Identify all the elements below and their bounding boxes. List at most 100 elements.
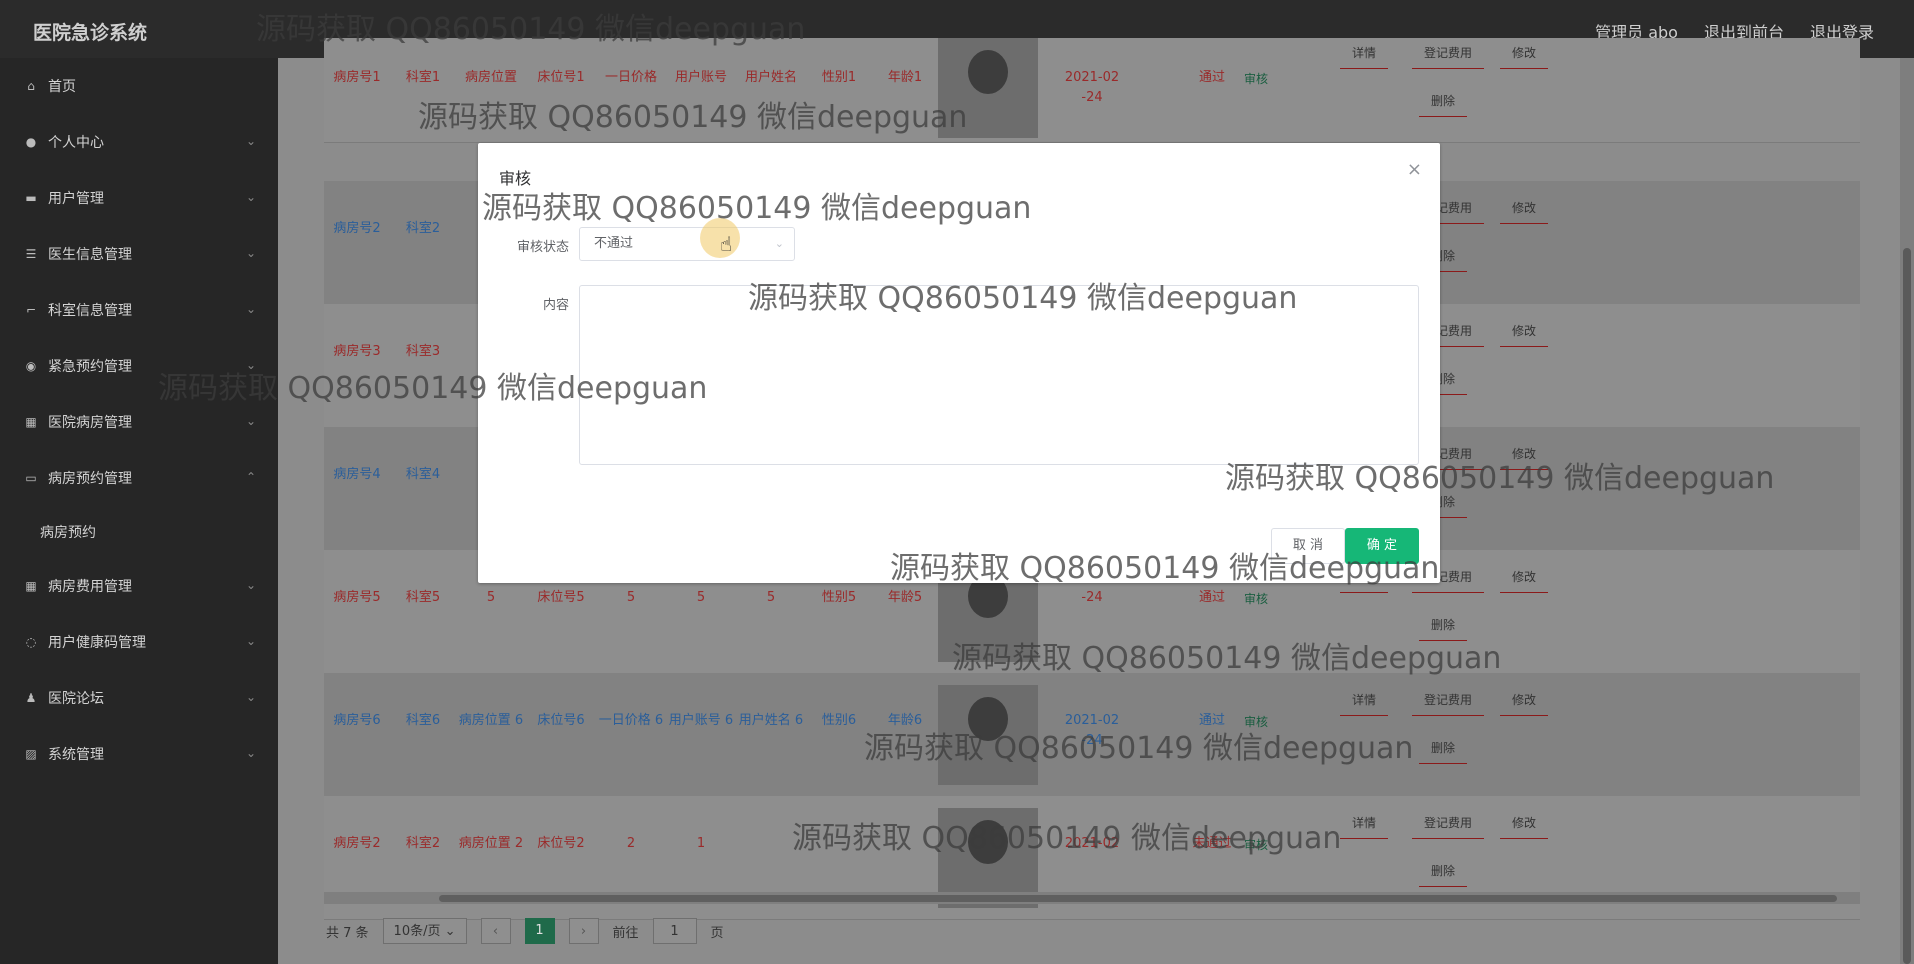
table-cell-gender: 性别1 xyxy=(821,70,857,85)
table-cell-room: 病房号2 xyxy=(333,221,381,236)
edit-button[interactable]: 修改 xyxy=(1500,316,1549,347)
goto-page-input[interactable]: 1 xyxy=(652,918,697,944)
table-row: 病房号6 科室6 病房位置 6 床位号6 一日价格 6 用户账号 6 用户姓名 6 性别6 年龄… xyxy=(324,673,1860,797)
sidebar-item-health-code[interactable]: ◌ 用户健康码管理 ⌄ xyxy=(0,614,278,670)
delete-button[interactable]: 删除 xyxy=(1419,86,1468,117)
sidebar-item-users[interactable]: ▬ 用户管理 ⌄ xyxy=(0,170,278,226)
table-cell-status: 通过 xyxy=(1198,713,1225,728)
sidebar-item-label: 紧急预约管理 xyxy=(48,359,132,375)
table-cell-room: 病房号2 xyxy=(333,836,381,851)
sidebar-item-wards[interactable]: ▦ 医院病房管理 ⌄ xyxy=(0,394,278,450)
content-textarea[interactable] xyxy=(579,285,1419,465)
audit-link[interactable]: 审核 xyxy=(1244,836,1268,853)
edit-button[interactable]: 修改 xyxy=(1500,193,1549,224)
audit-link[interactable]: 审核 xyxy=(1244,713,1268,730)
sidebar-item-doctors[interactable]: ☰ 医生信息管理 ⌄ xyxy=(0,226,278,282)
prev-page-button[interactable]: ‹ xyxy=(480,918,511,944)
edit-button[interactable]: 修改 xyxy=(1500,439,1549,470)
chevron-down-icon: ⌄ xyxy=(245,746,256,760)
scrollbar-thumb[interactable] xyxy=(439,895,1837,902)
pager-total: 共 7 条 xyxy=(326,925,369,941)
delete-button[interactable]: 删除 xyxy=(1419,856,1468,887)
scrollbar-thumb[interactable] xyxy=(1903,248,1911,964)
sidebar-item-forum[interactable]: ♟ 医院论坛 ⌄ xyxy=(0,670,278,726)
user-photo xyxy=(938,38,1038,138)
horizontal-scrollbar[interactable] xyxy=(324,892,1860,904)
delete-button[interactable]: 删除 xyxy=(1419,733,1468,764)
table-cell-acct: 1 xyxy=(696,836,706,851)
vertical-scrollbar[interactable] xyxy=(1900,58,1914,964)
sidebar-item-system[interactable]: ▨ 系统管理 ⌄ xyxy=(0,726,278,782)
sidebar-item-ward-fees[interactable]: ▦ 病房费用管理 ⌄ xyxy=(0,558,278,614)
audit-link[interactable]: 审核 xyxy=(1244,590,1268,607)
sidebar-item-home[interactable]: ⌂ 首页 xyxy=(0,58,278,114)
next-page-button[interactable]: › xyxy=(568,918,599,944)
status-select[interactable]: 不通过 ⌄ xyxy=(579,227,795,261)
table-row: 病房号1 科室1 病房位置 床位号1 一日价格 用户账号 用户姓名 性别1 年龄1 2021-02… xyxy=(324,38,1860,143)
page-suffix: 页 xyxy=(710,925,724,941)
cancel-button[interactable]: 取 消 xyxy=(1271,528,1345,564)
table-cell-acct: 用户账号 xyxy=(674,70,727,85)
edit-button[interactable]: 修改 xyxy=(1500,562,1549,593)
table-cell-bed: 床位号2 xyxy=(537,836,585,851)
status-select-value: 不通过 xyxy=(594,236,634,251)
sidebar-item-label: 病房预约管理 xyxy=(48,471,132,487)
table-cell-acct: 5 xyxy=(696,590,706,605)
current-page[interactable]: 1 xyxy=(524,918,555,944)
date-line-2: -24 xyxy=(1081,733,1103,748)
confirm-button[interactable]: 确 定 xyxy=(1345,528,1419,564)
sidebar-item-departments[interactable]: ⌐ 科室信息管理 ⌄ xyxy=(0,282,278,338)
table-cell-dept: 科室1 xyxy=(405,70,441,85)
table-cell-room: 病房号3 xyxy=(333,344,381,359)
table-cell-status: 未通过 xyxy=(1192,836,1232,851)
edit-button[interactable]: 修改 xyxy=(1500,685,1549,716)
table-cell-age: 年龄6 xyxy=(887,713,923,728)
chevron-down-icon: ⌄ xyxy=(245,134,256,148)
date-line-1: 2021-02 xyxy=(1064,836,1120,851)
delete-button[interactable]: 删除 xyxy=(1419,610,1468,641)
table-cell-bed: 床位号5 xyxy=(537,590,585,605)
edit-button[interactable]: 修改 xyxy=(1500,808,1549,839)
table-cell-date1: 2021-02 -24 xyxy=(1052,711,1132,751)
table-cell-date1: -24 xyxy=(1052,588,1132,608)
close-icon[interactable]: × xyxy=(1407,159,1422,180)
audit-link[interactable]: 审核 xyxy=(1244,70,1268,87)
table-cell-date1: 2021-02 xyxy=(1052,834,1132,854)
chevron-down-icon: ⌄ xyxy=(245,190,256,204)
detail-button[interactable]: 详情 xyxy=(1340,38,1389,69)
sidebar-item-profile[interactable]: ● 个人中心 ⌄ xyxy=(0,114,278,170)
building-icon: ▦ xyxy=(25,415,37,429)
chevron-down-icon: ⌄ xyxy=(245,634,256,648)
sidebar-subitem-ward-booking[interactable]: 病房预约 xyxy=(0,506,278,558)
date-line-2: -24 xyxy=(1081,590,1103,605)
hand-cursor-icon: ☝ xyxy=(720,232,733,256)
page-size-select[interactable]: 10条/页 ⌄ xyxy=(382,918,467,944)
register-button[interactable]: 登记费用 xyxy=(1412,38,1485,69)
users-icon: ▬ xyxy=(25,191,37,205)
pagination: 共 7 条 10条/页 ⌄ ‹ 1 › 前往 1 页 xyxy=(326,918,724,944)
date-line-1: 2021-02 xyxy=(1064,713,1120,728)
table-cell-loc: 病房位置 2 xyxy=(458,836,524,851)
crop-icon: ⌐ xyxy=(25,303,37,317)
sidebar-item-emergency[interactable]: ◉ 紧急预约管理 ⌄ xyxy=(0,338,278,394)
sidebar-item-label: 系统管理 xyxy=(48,747,104,763)
goto-label: 前往 xyxy=(612,925,639,941)
table-cell-age: 年龄1 xyxy=(887,70,923,85)
register-button[interactable]: 登记费用 xyxy=(1412,808,1485,839)
table-cell-price: 2 xyxy=(626,836,636,851)
location-icon: ◉ xyxy=(25,359,37,373)
table-cell-price: 5 xyxy=(626,590,636,605)
page-size-value: 10条/页 xyxy=(393,924,441,939)
date-line-1: 2021-02 xyxy=(1064,70,1120,85)
edit-button[interactable]: 修改 xyxy=(1500,38,1549,69)
audit-dialog: 审核 × 审核状态 不通过 ⌄ 内容 取 消 确 定 xyxy=(478,143,1440,583)
sidebar-item-ward-booking[interactable]: ▭ 病房预约管理 ⌃ xyxy=(0,450,278,506)
home-icon: ⌂ xyxy=(27,79,35,93)
table-cell-gender: 性别5 xyxy=(821,590,857,605)
register-button[interactable]: 登记费用 xyxy=(1412,685,1485,716)
table-cell-price: 一日价格 xyxy=(604,70,657,85)
table-cell-date1: 2021-02 -24 xyxy=(1052,68,1132,108)
detail-button[interactable]: 详情 xyxy=(1340,808,1389,839)
chevron-down-icon: ⌄ xyxy=(245,414,256,428)
detail-button[interactable]: 详情 xyxy=(1340,685,1389,716)
